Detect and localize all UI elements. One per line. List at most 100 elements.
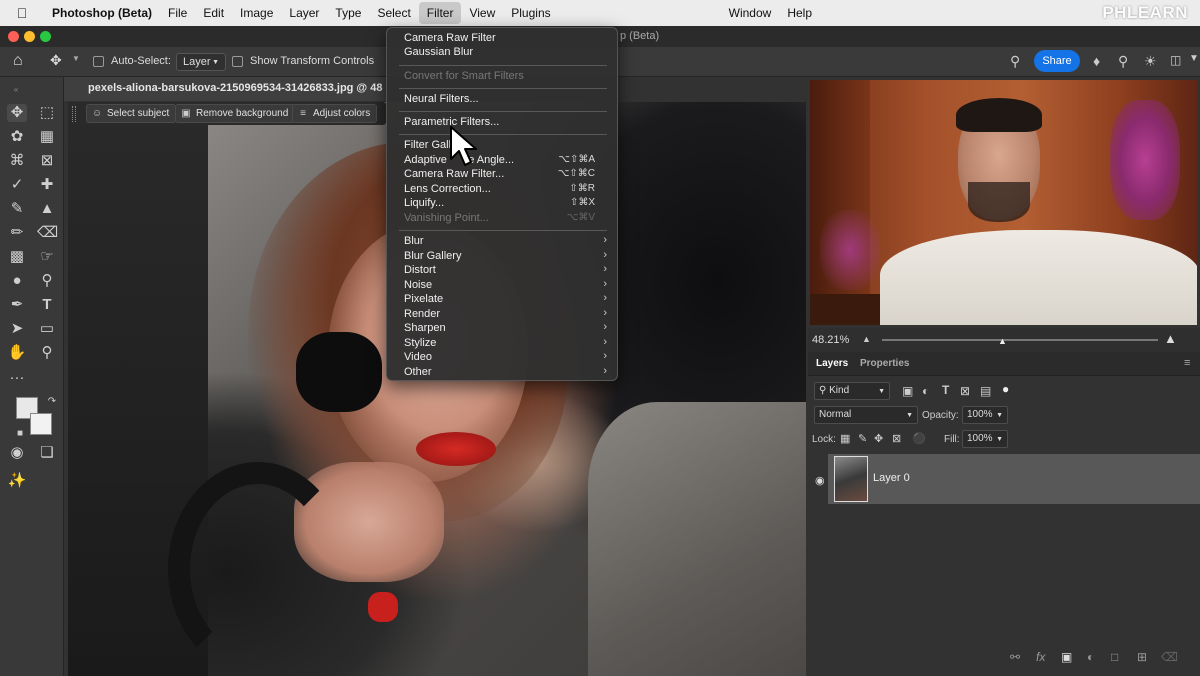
submenu-sharpen[interactable]: Sharpen — [404, 322, 446, 334]
minimize-window-icon[interactable] — [24, 31, 35, 42]
pen-dropper-icon[interactable]: ⚲ — [37, 272, 57, 290]
dodge-tool-icon[interactable]: ● — [7, 272, 27, 290]
auto-select-dropdown[interactable]: Layer ▼ — [176, 53, 226, 71]
opacity-field[interactable]: 100% ▼ — [962, 406, 1008, 424]
beaker-icon[interactable]: ⚲ — [1010, 53, 1020, 70]
auto-select-checkbox[interactable] — [93, 56, 104, 67]
delete-layer-icon[interactable]: ⌫ — [1161, 650, 1178, 664]
close-window-icon[interactable] — [8, 31, 19, 42]
submenu-render[interactable]: Render — [404, 308, 440, 320]
menu-layer[interactable]: Layer — [281, 2, 327, 24]
eyedropper-icon[interactable]: ✓ — [7, 176, 27, 194]
kind-filter-dropdown[interactable]: ⚲ Kind ▼ — [814, 382, 890, 400]
menu-plugins[interactable]: Plugins — [503, 2, 558, 24]
marquee-tool-icon[interactable]: ⬚ — [37, 104, 57, 122]
layer-thumbnail[interactable] — [834, 456, 868, 502]
zoom-in-icon[interactable]: ▲ — [1164, 331, 1177, 346]
smart-object-filter-icon[interactable]: ▤ — [980, 384, 991, 398]
stamp-tool-icon[interactable]: ▲ — [37, 200, 57, 218]
panel-menu-icon[interactable]: ≡ — [1184, 357, 1190, 369]
remove-background-button[interactable]: ▣ Remove background — [175, 104, 296, 123]
layer-row[interactable]: Layer 0 — [828, 454, 1200, 504]
quick-mask-icon[interactable]: ◉ — [7, 444, 27, 462]
smudge-tool-icon[interactable]: ☞ — [37, 248, 57, 266]
gradient-tool-icon[interactable]: ▩ — [7, 248, 27, 266]
link-layers-icon[interactable]: ⚯ — [1010, 650, 1020, 664]
brush-tool-icon[interactable]: ✎ — [7, 200, 27, 218]
hand-tool-icon[interactable]: ✋ — [7, 344, 27, 362]
zoom-window-icon[interactable] — [40, 31, 51, 42]
lock-artboard-icon[interactable]: ⊠ — [892, 432, 901, 445]
drag-handle-icon[interactable] — [72, 106, 76, 122]
submenu-other[interactable]: Other — [404, 366, 432, 378]
document-tab[interactable]: pexels-aliona-barsukova-2150969534-31426… — [64, 77, 386, 101]
menu-image[interactable]: Image — [232, 2, 281, 24]
adjust-colors-button[interactable]: ≡ Adjust colors — [292, 104, 378, 123]
lasso-tool-icon[interactable]: ✿ — [7, 128, 27, 146]
menu-filter[interactable]: Filter — [418, 2, 462, 24]
tab-properties[interactable]: Properties — [860, 358, 909, 369]
add-mask-icon[interactable]: ▣ — [1061, 650, 1072, 664]
zoom-tool-icon[interactable]: ⚲ — [37, 344, 57, 362]
lightbulb-icon[interactable]: ☀ — [1144, 53, 1157, 70]
move-tool-icon[interactable]: ✥ — [50, 52, 62, 69]
submenu-noise[interactable]: Noise — [404, 279, 432, 291]
menu-item-gaussian-blur[interactable]: Gaussian Blur — [404, 46, 473, 58]
bell-icon[interactable]: ♦ — [1093, 53, 1100, 69]
chevron-down-icon[interactable]: ▼ — [72, 54, 80, 63]
new-group-icon[interactable]: □ — [1111, 650, 1118, 664]
lock-transparent-icon[interactable]: ▦ — [840, 432, 850, 445]
submenu-pixelate[interactable]: Pixelate — [404, 293, 443, 305]
rectangle-tool-icon[interactable]: ▭ — [37, 320, 57, 338]
menu-item-camera-raw[interactable]: Camera Raw Filter — [404, 32, 496, 44]
menu-app-name[interactable]: Photoshop (Beta) — [44, 2, 160, 24]
menu-item-filter-gallery[interactable]: Filter Gall — [404, 139, 451, 151]
submenu-stylize[interactable]: Stylize — [404, 337, 436, 349]
submenu-video[interactable]: Video — [404, 351, 432, 363]
menu-window[interactable]: Window — [721, 2, 780, 24]
menu-select[interactable]: Select — [369, 2, 418, 24]
blend-mode-dropdown[interactable]: Normal ▼ — [814, 406, 918, 424]
pen-tool-icon[interactable]: ✒ — [7, 296, 27, 314]
pixel-filter-icon[interactable]: ▣ — [902, 384, 913, 398]
swap-colors-icon[interactable]: ↷ — [42, 393, 62, 411]
more-tools-icon[interactable]: ··· — [7, 369, 27, 387]
zoom-out-icon[interactable]: ▲ — [862, 334, 871, 344]
lock-all-icon[interactable]: ⚫ — [912, 432, 926, 445]
lock-position-icon[interactable]: ✥ — [874, 432, 883, 445]
screen-mode-icon[interactable]: ❏ — [37, 444, 57, 462]
fx-icon[interactable]: fx — [1036, 650, 1045, 664]
eye-icon[interactable]: ◉ — [815, 474, 825, 487]
type-filter-icon[interactable]: T — [942, 383, 949, 397]
menu-type[interactable]: Type — [327, 2, 369, 24]
shape-filter-icon[interactable]: ⊠ — [960, 384, 970, 398]
object-select-icon[interactable]: ▦ — [37, 128, 57, 146]
layer-name[interactable]: Layer 0 — [873, 472, 910, 484]
background-color-swatch[interactable] — [30, 413, 52, 435]
healing-brush-icon[interactable]: ✚ — [37, 176, 57, 194]
home-icon[interactable]: ⌂ — [13, 52, 23, 70]
crop-tool-icon[interactable]: ⌘ — [7, 152, 27, 170]
chevron-down-icon[interactable]: ▼ — [1189, 53, 1199, 64]
workspace-icon[interactable]: ◫ — [1170, 53, 1181, 67]
zoom-slider-thumb[interactable]: ▲ — [998, 336, 1007, 346]
submenu-blur[interactable]: Blur — [404, 235, 424, 247]
lock-image-icon[interactable]: ✎ — [858, 432, 867, 445]
adjustment-layer-icon[interactable]: ◐ — [1087, 650, 1094, 664]
zoom-level[interactable]: 48.21% — [812, 334, 849, 346]
frame-tool-icon[interactable]: ⊠ — [37, 152, 57, 170]
submenu-blur-gallery[interactable]: Blur Gallery — [404, 250, 461, 262]
menu-item-liquify[interactable]: Liquify... — [404, 197, 444, 209]
share-button[interactable]: Share — [1034, 50, 1080, 72]
adjustment-filter-icon[interactable]: ◐ — [922, 384, 929, 398]
menu-help[interactable]: Help — [779, 2, 820, 24]
show-transform-checkbox[interactable] — [232, 56, 243, 67]
type-tool-icon[interactable]: T — [37, 296, 57, 314]
generative-icon[interactable]: ✨ — [7, 472, 27, 490]
menu-edit[interactable]: Edit — [195, 2, 232, 24]
history-brush-icon[interactable]: ✏ — [7, 224, 27, 242]
menu-item-lens-correction[interactable]: Lens Correction... — [404, 183, 491, 195]
zoom-slider[interactable] — [882, 339, 1158, 341]
new-layer-icon[interactable]: ⊞ — [1137, 650, 1147, 664]
menu-view[interactable]: View — [461, 2, 503, 24]
